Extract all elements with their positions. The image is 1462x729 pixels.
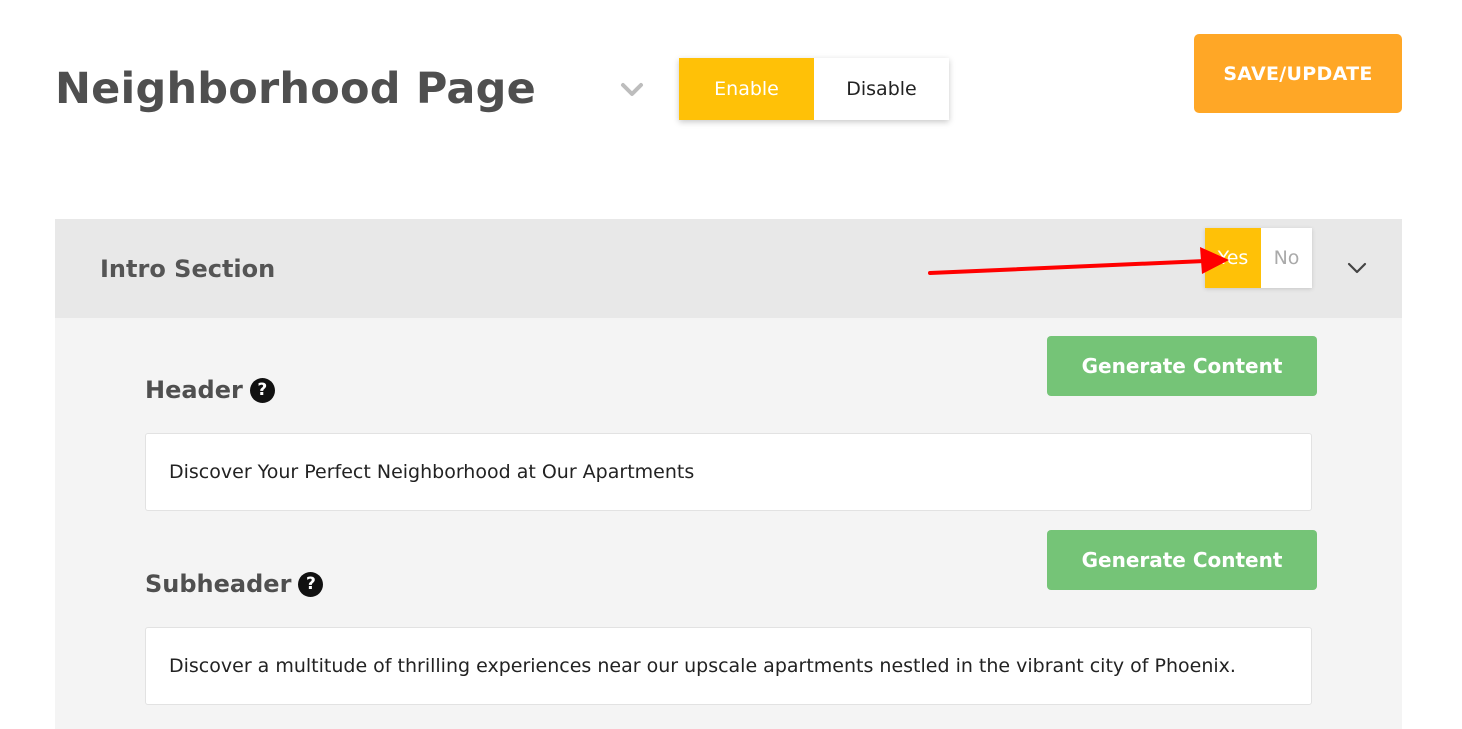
header-label-text: Header <box>145 376 243 404</box>
save-update-button[interactable]: SAVE/UPDATE <box>1194 34 1402 113</box>
yes-button[interactable]: Yes <box>1205 228 1261 288</box>
intro-section-header[interactable]: Intro Section Yes No <box>55 219 1402 318</box>
chevron-down-icon[interactable] <box>1345 259 1369 277</box>
subheader-label-text: Subheader <box>145 570 292 598</box>
header-input[interactable]: Discover Your Perfect Neighborhood at Ou… <box>145 433 1312 511</box>
header-label: Header ? <box>145 376 275 404</box>
disable-button[interactable]: Disable <box>814 58 949 120</box>
subheader-label: Subheader ? <box>145 570 324 598</box>
section-yes-no-toggle: Yes No <box>1205 228 1312 288</box>
no-button[interactable]: No <box>1261 228 1312 288</box>
page-enable-toggle: Enable Disable <box>679 58 949 120</box>
page-title: Neighborhood Page <box>55 64 536 114</box>
enable-button[interactable]: Enable <box>679 58 814 120</box>
subheader-input[interactable]: Discover a multitude of thrilling experi… <box>145 627 1312 705</box>
intro-section: Intro Section Yes No Generate Content He… <box>55 219 1402 729</box>
chevron-down-icon[interactable] <box>620 80 644 100</box>
help-icon[interactable]: ? <box>249 377 275 403</box>
section-title: Intro Section <box>100 255 276 283</box>
generate-header-button[interactable]: Generate Content <box>1047 336 1317 396</box>
help-icon[interactable]: ? <box>298 571 324 597</box>
generate-subheader-button[interactable]: Generate Content <box>1047 530 1317 590</box>
